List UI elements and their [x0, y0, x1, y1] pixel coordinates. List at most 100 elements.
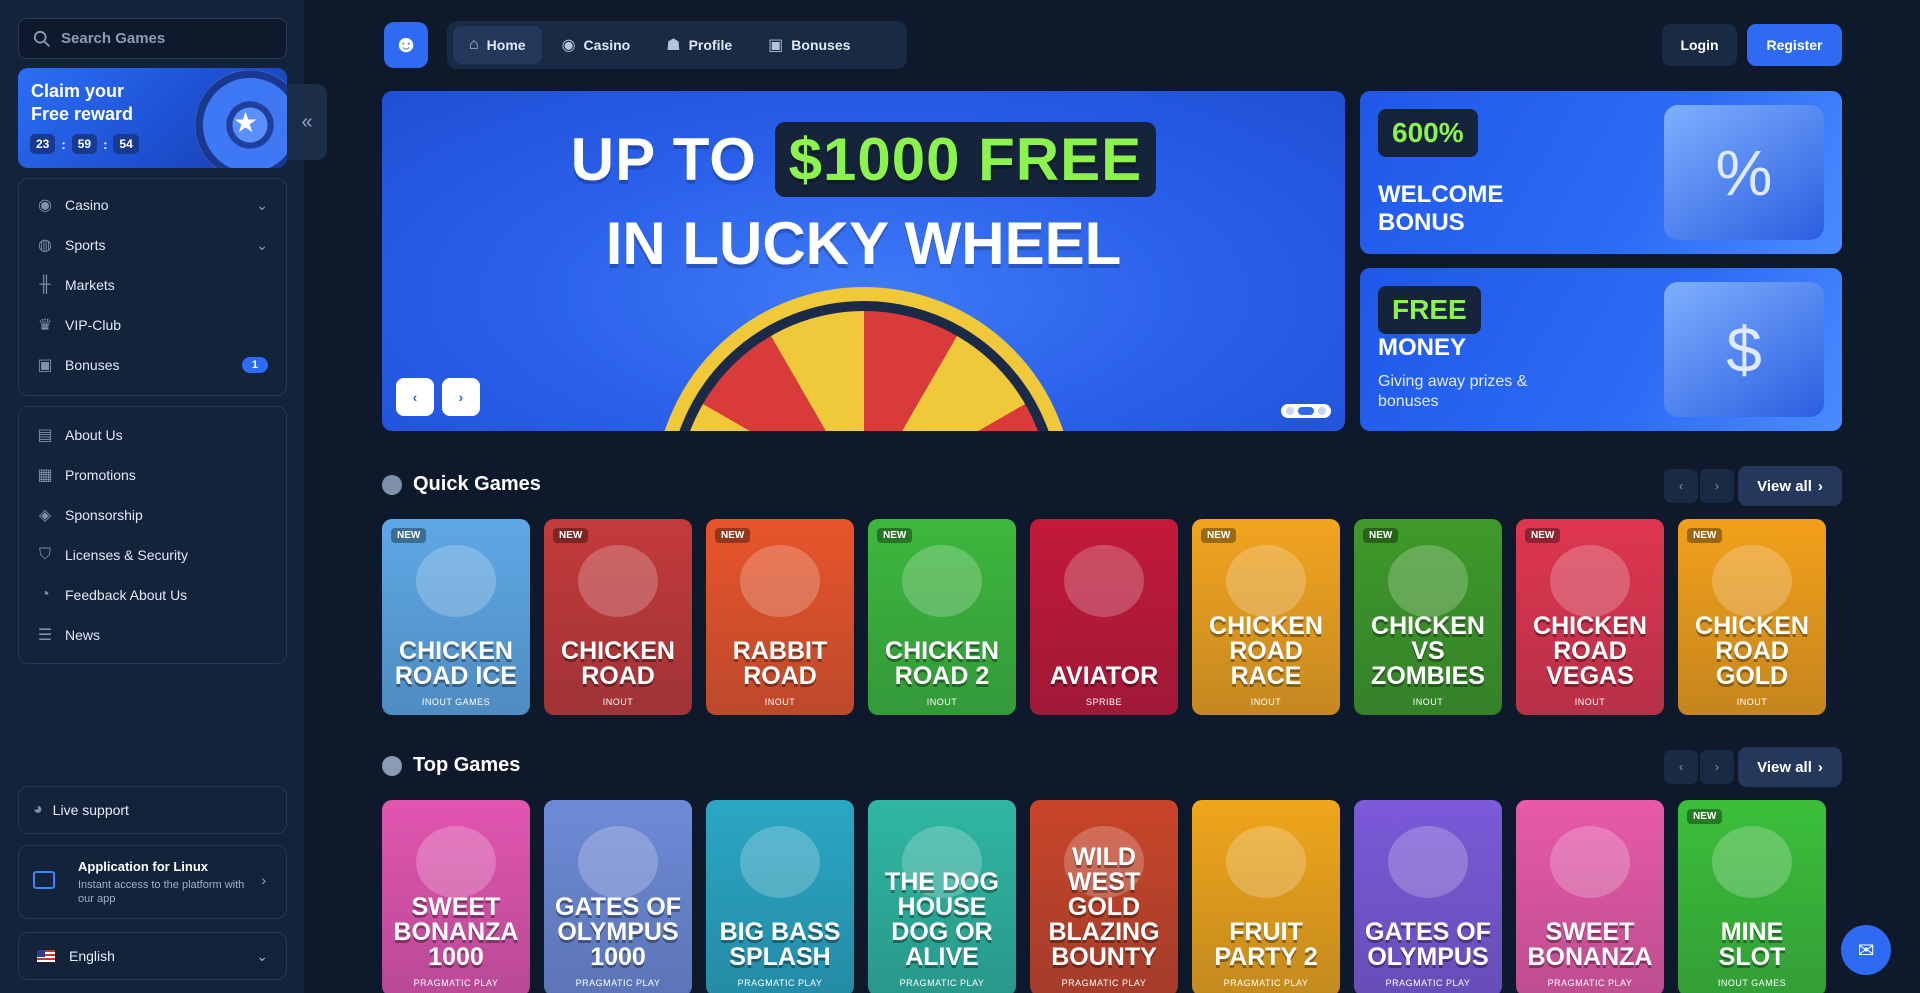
game-artwork	[416, 826, 496, 898]
game-card[interactable]: SWEET BONANZA PRAGMATIC PLAY	[1516, 800, 1664, 993]
reward-title: Claim your Free reward	[31, 81, 134, 124]
tab-label: Profile	[688, 37, 733, 53]
new-badge: NEW	[1687, 809, 1723, 824]
pagination-dot[interactable]	[1318, 407, 1326, 415]
collapse-sidebar-button[interactable]: «	[287, 84, 327, 160]
top-games-prev-button[interactable]: ‹	[1664, 750, 1698, 784]
sidebar-item-markets[interactable]: ╫ Markets	[19, 265, 286, 305]
chevron-right-icon: ›	[458, 389, 464, 405]
game-card[interactable]: NEW CHICKEN ROAD ICE INOUT GAMES	[382, 519, 530, 715]
game-card[interactable]: FRUIT PARTY 2 PRAGMATIC PLAY	[1192, 800, 1340, 993]
timer-separator: :	[103, 136, 108, 152]
hero-next-button[interactable]: ›	[442, 378, 480, 416]
game-card[interactable]: AVIATOR SPRIBE	[1030, 519, 1178, 715]
sidebar-item-vip-club[interactable]: ♛ VIP-Club	[19, 305, 286, 345]
app-subtitle: Instant access to the platform with our …	[78, 879, 245, 905]
sidebar-item-sponsorship[interactable]: ◈ Sponsorship	[19, 495, 286, 535]
chat-widget-button[interactable]: ✉	[1841, 925, 1891, 975]
home-icon: ⌂	[469, 36, 479, 53]
tab-home[interactable]: ⌂ Home	[453, 26, 542, 64]
quick-games-prev-button[interactable]: ‹	[1664, 469, 1698, 503]
welcome-bonus-promo[interactable]: 600% WELCOME BONUS %	[1360, 91, 1842, 254]
top-games-view-all-button[interactable]: View all ›	[1738, 747, 1842, 787]
sponsor-icon: ◈	[38, 507, 52, 524]
game-artwork	[902, 545, 982, 617]
quick-games-view-all-button[interactable]: View all ›	[1738, 466, 1842, 506]
pagination-dot[interactable]	[1286, 407, 1294, 415]
game-card[interactable]: SWEET BONANZA 1000 PRAGMATIC PLAY	[382, 800, 530, 993]
quick-games-next-button[interactable]: ›	[1700, 469, 1734, 503]
game-provider: PRAGMATIC PLAY	[737, 978, 823, 988]
sidebar-item-about-us[interactable]: ▤ About Us	[19, 415, 286, 455]
game-card[interactable]: GATES OF OLYMPUS 1000 PRAGMATIC PLAY	[544, 800, 692, 993]
hero-banner[interactable]: UP TO $1000 FREE IN LUCKY WHEEL ‹ ›	[382, 91, 1345, 431]
quick-games-row: NEW CHICKEN ROAD ICE INOUT GAMES NEW CHICKEN…	[382, 519, 1842, 715]
game-provider: PRAGMATIC PLAY	[899, 978, 985, 988]
hero-subheadline: IN LUCKY WHEEL	[605, 210, 1122, 277]
section-title: Quick Games	[413, 473, 541, 495]
game-provider: INOUT	[764, 697, 796, 707]
login-button[interactable]: Login	[1662, 24, 1737, 66]
game-card[interactable]: NEW CHICKEN ROAD GOLD INOUT	[1678, 519, 1826, 715]
tab-bonuses[interactable]: ▣ Bonuses	[752, 26, 866, 64]
game-card[interactable]: NEW RABBIT ROAD INOUT	[706, 519, 854, 715]
gift-icon: ▣	[768, 37, 784, 54]
search-placeholder: Search Games	[61, 30, 166, 47]
hero-headline: UP TO $1000 FREE	[382, 122, 1345, 197]
sidebar-item-licenses[interactable]: ⛉ Licenses & Security	[19, 535, 286, 575]
live-support-button[interactable]: ◕ Live support	[18, 786, 287, 834]
game-title: GATES OF OLYMPUS 1000	[555, 893, 681, 971]
game-provider: PRAGMATIC PLAY	[575, 978, 661, 988]
hero-prev-button[interactable]: ‹	[396, 378, 434, 416]
sidebar-item-label: Casino	[65, 197, 109, 213]
tab-label: Home	[486, 37, 526, 53]
promo-text: Giving away prizes & bonuses	[1378, 373, 1528, 410]
sidebar-item-news[interactable]: ☰ News	[19, 615, 286, 655]
game-card[interactable]: THE DOG HOUSE DOG OR ALIVE PRAGMATIC PLAY	[868, 800, 1016, 993]
game-provider: INOUT	[1736, 697, 1768, 707]
game-card[interactable]: WILD WEST GOLD BLAZING BOUNTY PRAGMATIC P…	[1030, 800, 1178, 993]
game-card[interactable]: NEW CHICKEN ROAD INOUT	[544, 519, 692, 715]
user-icon: ☗	[666, 37, 681, 54]
sidebar-item-sports[interactable]: ◍ Sports ⌄	[19, 225, 286, 265]
game-provider: PRAGMATIC PLAY	[1547, 978, 1633, 988]
game-title: CHICKEN ROAD	[561, 637, 675, 690]
search-input[interactable]: Search Games	[18, 18, 287, 59]
game-artwork	[1712, 545, 1792, 617]
game-title: AVIATOR	[1049, 662, 1159, 690]
sidebar-item-label: News	[65, 627, 101, 643]
game-title: CHICKEN ROAD ICE	[394, 637, 518, 690]
game-title: CHICKEN VS ZOMBIES	[1371, 612, 1485, 690]
sidebar-item-casino[interactable]: ◉ Casino ⌄	[19, 185, 286, 225]
linux-app-promo[interactable]: Application for Linux Instant access to …	[18, 845, 287, 919]
star-icon: ★	[233, 107, 259, 138]
game-card[interactable]: BIG BASS SPLASH PRAGMATIC PLAY	[706, 800, 854, 993]
site-logo[interactable]: ☻	[384, 22, 428, 68]
tab-profile[interactable]: ☗ Profile	[650, 26, 748, 64]
game-card[interactable]: NEW CHICKEN ROAD RACE INOUT	[1192, 519, 1340, 715]
game-provider: PRAGMATIC PLAY	[1385, 978, 1471, 988]
free-reward-banner[interactable]: Claim your Free reward 23 : 59 : 54 ★	[18, 68, 287, 168]
chevron-right-icon: ›	[1817, 477, 1823, 495]
register-button[interactable]: Register	[1747, 24, 1842, 66]
game-card[interactable]: NEW CHICKEN ROAD VEGAS INOUT	[1516, 519, 1664, 715]
top-games-next-button[interactable]: ›	[1700, 750, 1734, 784]
game-provider: INOUT	[1250, 697, 1282, 707]
game-card[interactable]: GATES OF OLYMPUS PRAGMATIC PLAY	[1354, 800, 1502, 993]
sidebar-item-bonuses[interactable]: ▣ Bonuses 1	[19, 345, 286, 385]
game-card[interactable]: NEW CHICKEN VS ZOMBIES INOUT	[1354, 519, 1502, 715]
chevron-down-icon: ⌄	[256, 196, 268, 213]
tab-casino[interactable]: ◉ Casino	[546, 26, 647, 64]
game-title: MINE SLOT	[1718, 918, 1786, 971]
game-card[interactable]: NEW MINE SLOT INOUT GAMES	[1678, 800, 1826, 993]
game-title: SWEET BONANZA 1000	[393, 893, 519, 971]
chevron-right-icon: ›	[261, 872, 266, 888]
sidebar-item-feedback[interactable]: ◔ Feedback About Us	[19, 575, 286, 615]
language-select[interactable]: English ⌄	[18, 932, 287, 980]
sidebar-item-promotions[interactable]: ▦ Promotions	[19, 455, 286, 495]
pagination-dot-active[interactable]	[1298, 407, 1314, 415]
chevron-down-icon: ⌄	[256, 236, 268, 253]
chat-bubble-icon: ◕	[33, 801, 43, 818]
game-card[interactable]: NEW CHICKEN ROAD 2 INOUT	[868, 519, 1016, 715]
free-money-promo[interactable]: FREE MONEY Giving away prizes & bonuses …	[1360, 268, 1842, 431]
